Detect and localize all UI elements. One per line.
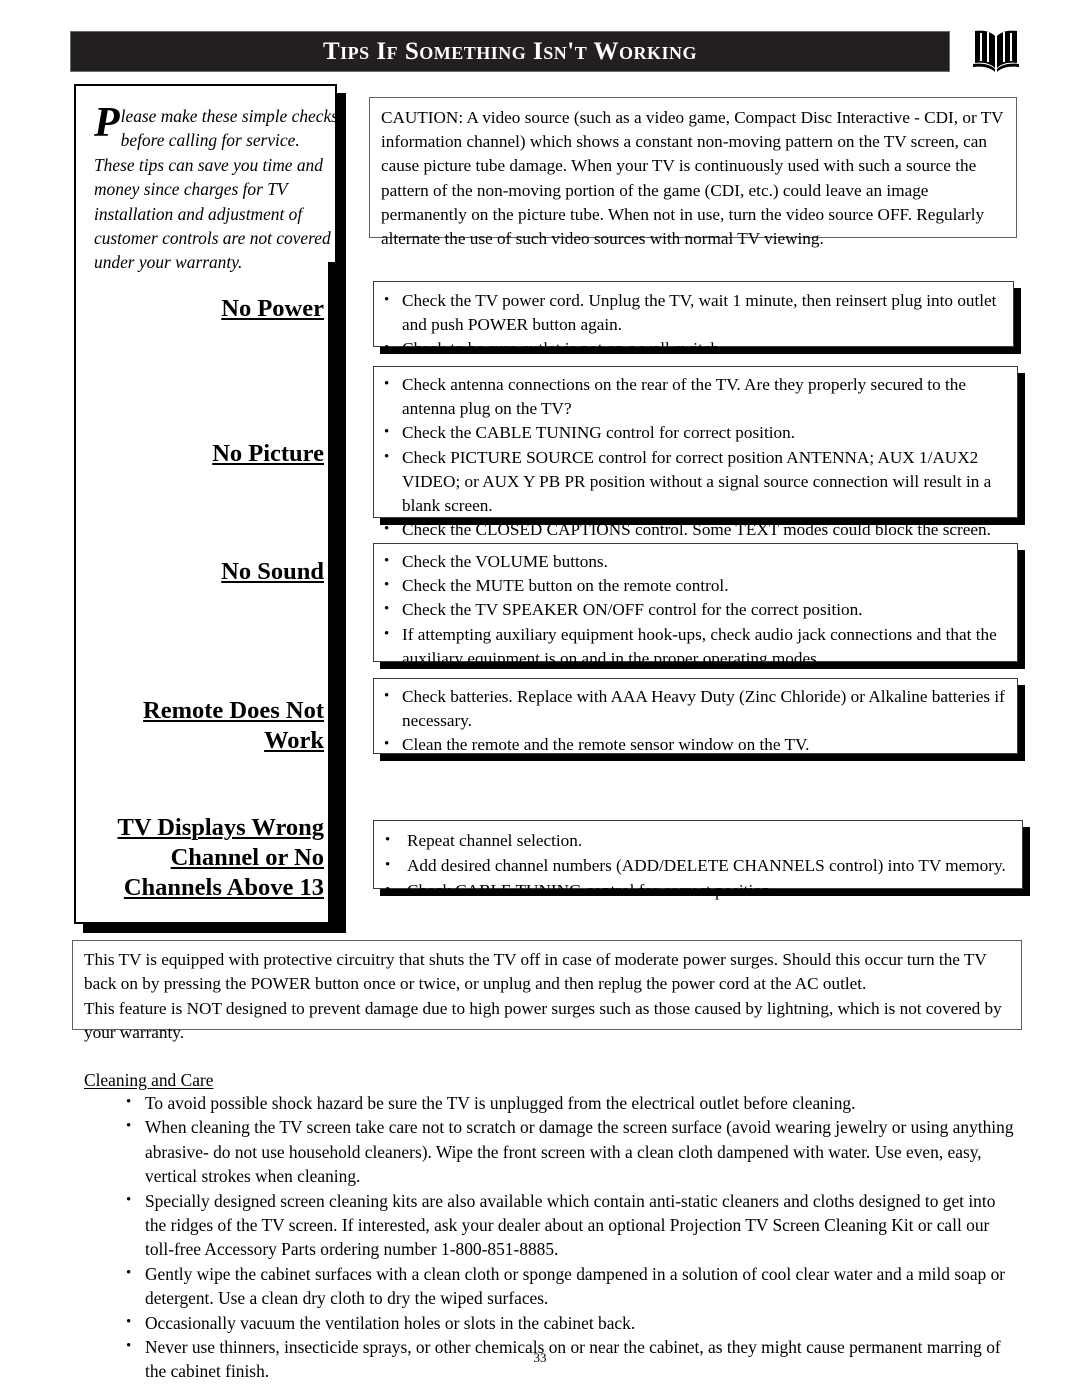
intro-paragraph: Please make these simple checks before c… [94,100,344,275]
cleaning-and-care-title: Cleaning and Care [84,1070,214,1090]
list-item: Check the TV power cord. Unplug the TV, … [382,288,1005,337]
list-item: Specially designed screen cleaning kits … [124,1188,1014,1262]
content-box-no-sound: Check the VOLUME buttons. Check the MUTE… [373,543,1018,668]
list-item: If attempting auxiliary equipment hook-u… [382,622,1009,671]
section-heading-no-power: No Power [92,294,324,324]
section-heading-no-picture: No Picture [92,439,324,469]
section-heading-remote-does-not-work: Remote Does Not Work [92,696,324,756]
sidebar-divider [328,262,339,922]
list-item: Add desired channel numbers (ADD/DELETE … [382,853,1014,878]
list-item: Check the TV SPEAKER ON/OFF control for … [382,597,1009,622]
list-item: Repeat channel selection. [382,828,1014,853]
page-number: 33 [533,1350,547,1365]
intro-dropcap: P [94,100,120,146]
list-item: Check antenna connections on the rear of… [382,372,1009,421]
surge-protection-box: This TV is equipped with protective circ… [72,940,1022,1042]
list-item: Check the CABLE TUNING control for corre… [382,420,1009,445]
content-box-no-power: Check the TV power cord. Unplug the TV, … [373,281,1014,361]
caution-box: CAUTION: A video source (such as a video… [369,97,1017,248]
section-heading-label: No Picture [212,440,324,467]
section-heading-label: No Power [221,295,324,322]
cleaning-and-care-list: To avoid possible shock hazard be sure t… [124,1090,1014,1384]
list-item: Check batteries. Replace with AAA Heavy … [382,684,1009,733]
open-book-icon [968,27,1024,75]
section-heading-no-sound: No Sound [92,557,324,587]
list-item: Check PICTURE SOURCE control for correct… [382,445,1009,519]
caution-text: CAUTION: A video source (such as a video… [381,108,1004,249]
list-item: When cleaning the TV screen take care no… [124,1114,1014,1188]
list-item: Occasionally vacuum the ventilation hole… [124,1310,1014,1335]
content-box-no-picture: Check antenna connections on the rear of… [373,366,1018,542]
list-item: To avoid possible shock hazard be sure t… [124,1090,1014,1115]
surge-paragraph-1: This TV is equipped with protective circ… [84,950,987,994]
surge-paragraph-2: This feature is NOT designed to prevent … [84,998,1002,1042]
page-title: Tips If Something Isn't Working [322,37,698,65]
page-header: Tips If Something Isn't Working [0,0,1080,90]
list-item: Check the VOLUME buttons. [382,549,1009,574]
title-banner: Tips If Something Isn't Working [70,31,950,72]
section-heading-label: No Sound [221,558,324,585]
content-box-tv-displays-wrong-channel: Repeat channel selection. Add desired ch… [373,820,1023,903]
section-heading-label: Remote Does Not Work [143,697,324,754]
section-heading-tv-displays-wrong-channel: TV Displays Wrong Channel or No Channels… [92,813,324,903]
list-item: Clean the remote and the remote sensor w… [382,732,1009,757]
list-item: Check to be sure outlet is not on a wall… [382,336,1005,361]
section-heading-label: TV Displays Wrong Channel or No Channels… [117,814,324,901]
list-item: Gently wipe the cabinet surfaces with a … [124,1261,1014,1311]
list-item: Check the CLOSED CAPTIONS control. Some … [382,517,1009,542]
content-box-remote-does-not-work: Check batteries. Replace with AAA Heavy … [373,678,1018,757]
list-item: Check CABLE TUNING control for correct p… [382,878,1014,903]
intro-text: lease make these simple checks before ca… [94,106,338,273]
list-item: Check the MUTE button on the remote cont… [382,573,1009,598]
